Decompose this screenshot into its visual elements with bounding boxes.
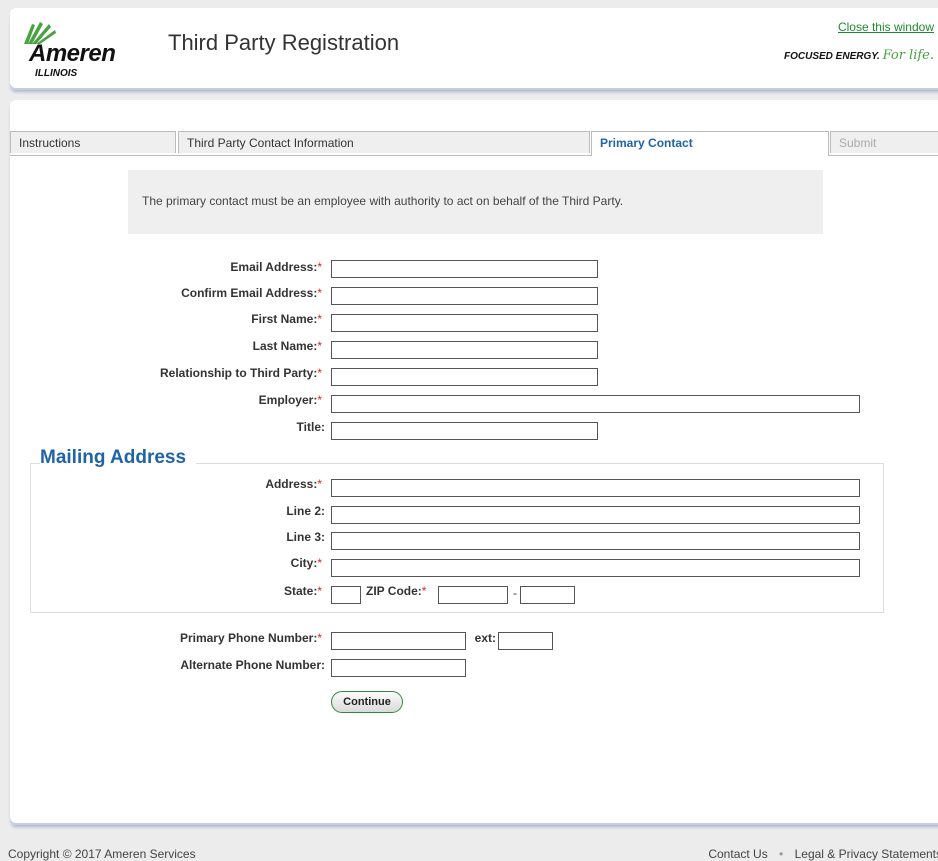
site-header: Ameren ILLINOIS Third Party Registration… (10, 8, 938, 90)
footer-links: Contact Us • Legal & Privacy Statements (708, 847, 938, 861)
required-mark: * (317, 260, 322, 274)
last-name-field[interactable] (331, 341, 598, 359)
page-title: Third Party Registration (168, 30, 400, 55)
required-mark: * (317, 312, 322, 326)
required-mark: * (317, 286, 322, 300)
address-field[interactable] (331, 479, 860, 497)
tagline-script: For life. (882, 48, 934, 63)
required-mark: * (317, 366, 322, 380)
last-name-label: Last Name:* (252, 339, 322, 353)
required-mark: * (421, 584, 427, 598)
line2-label: Line 2: (286, 504, 325, 518)
wizard-tabs: Instructions Third Party Contact Informa… (10, 131, 938, 156)
title-label: Title: (296, 420, 325, 434)
first-name-field[interactable] (331, 314, 598, 332)
tab-submit: Submit (830, 131, 938, 153)
email-label: Email Address:* (230, 260, 322, 274)
alternate-phone-field[interactable] (331, 659, 466, 677)
city-field[interactable] (331, 559, 860, 577)
mailing-address-heading: Mailing Address (40, 447, 197, 469)
required-mark: * (317, 393, 322, 407)
site-footer: Copyright © 2017 Ameren Services Contact… (0, 847, 938, 861)
relationship-label: Relationship to Third Party:* (159, 366, 322, 380)
employer-field[interactable] (331, 395, 860, 413)
required-mark: * (317, 477, 322, 491)
continue-button[interactable]: Continue (331, 691, 403, 713)
required-mark: * (317, 339, 322, 353)
logo-subtitle: ILLINOIS (35, 68, 78, 79)
tab-primary-contact[interactable]: Primary Contact (591, 131, 829, 156)
tab-instructions[interactable]: Instructions (10, 131, 176, 153)
alternate-phone-label: Alternate Phone Number: (180, 658, 325, 672)
ext-label: ext: (474, 631, 496, 645)
zip-separator: - (513, 586, 517, 600)
city-label: City:* (290, 556, 322, 570)
required-mark: * (317, 584, 322, 598)
address-line2-field[interactable] (331, 506, 860, 524)
tagline: FOCUSED ENERGY. For life. (784, 48, 934, 63)
state-field[interactable] (331, 586, 361, 604)
ameren-logo: Ameren ILLINOIS (18, 18, 158, 88)
required-mark: * (317, 631, 322, 645)
state-label: State:* (283, 584, 322, 598)
close-window-link[interactable]: Close this window (838, 20, 934, 34)
tab-third-party-contact-information[interactable]: Third Party Contact Information (178, 131, 590, 153)
notice-box: The primary contact must be an employee … (128, 170, 823, 234)
first-name-label: First Name:* (251, 312, 322, 326)
copyright-text: Copyright © 2017 Ameren Services (8, 847, 196, 861)
required-mark: * (317, 556, 322, 570)
address-label: Address:* (265, 477, 322, 491)
zip-field[interactable] (438, 586, 508, 604)
email-field[interactable] (331, 260, 598, 278)
footer-separator: • (779, 847, 784, 861)
primary-phone-field[interactable] (331, 632, 466, 650)
line3-label: Line 3: (286, 530, 325, 544)
logo-wordmark: Ameren (29, 40, 116, 67)
confirm-email-field[interactable] (331, 287, 598, 305)
phone-ext-field[interactable] (498, 632, 553, 650)
relationship-field[interactable] (331, 368, 598, 386)
confirm-email-label: Confirm Email Address:* (181, 286, 322, 300)
zip-label: ZIP Code:* (366, 584, 427, 598)
title-field[interactable] (331, 422, 598, 440)
address-line3-field[interactable] (331, 532, 860, 550)
primary-phone-label: Primary Phone Number:* (179, 631, 322, 645)
main-content: Instructions Third Party Contact Informa… (10, 100, 938, 825)
zip-extension-field[interactable] (520, 586, 575, 604)
tagline-text: FOCUSED ENERGY. (784, 51, 880, 62)
contact-us-link[interactable]: Contact Us (708, 847, 767, 861)
legal-privacy-link[interactable]: Legal & Privacy Statements (795, 847, 938, 861)
employer-label: Employer:* (258, 393, 322, 407)
